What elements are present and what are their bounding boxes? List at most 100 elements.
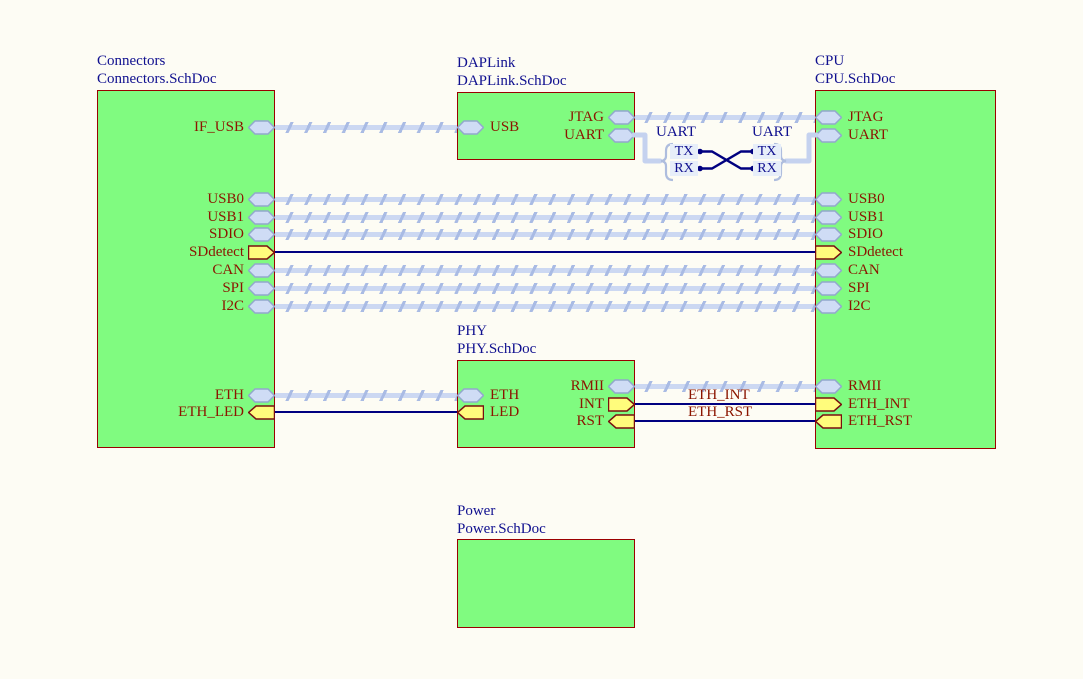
port-cpu-rmii[interactable]: RMII xyxy=(815,379,881,394)
bus-sdio[interactable] xyxy=(275,229,815,240)
port-cpu-i2c[interactable]: I2C xyxy=(815,299,871,314)
sheet-filename[interactable]: DAPLink.SchDoc xyxy=(457,72,567,90)
harness-entry-tx-left[interactable]: TX xyxy=(670,144,698,159)
bus-usb0[interactable] xyxy=(275,194,815,205)
port-cpu-eth-int[interactable]: ETH_INT xyxy=(815,397,910,412)
sheet-power-title[interactable]: Power Power.SchDoc xyxy=(457,502,546,538)
port-out-right-icon xyxy=(608,397,635,412)
sheet-phy-title[interactable]: PHY PHY.SchDoc xyxy=(457,322,536,358)
sheet-name[interactable]: CPU xyxy=(815,52,895,70)
port-label: SPI xyxy=(848,281,870,296)
sheet-filename[interactable]: CPU.SchDoc xyxy=(815,70,895,88)
net-label-eth-int[interactable]: ETH_INT xyxy=(688,388,750,403)
port-label: RMII xyxy=(848,379,881,394)
port-connectors-i2c[interactable]: I2C xyxy=(222,299,276,314)
sheet-filename[interactable]: PHY.SchDoc xyxy=(457,340,536,358)
port-label: IF_USB xyxy=(194,120,244,135)
port-connectors-sdio[interactable]: SDIO xyxy=(209,227,275,242)
port-daplink-uart[interactable]: UART xyxy=(564,128,635,143)
port-label: ETH_LED xyxy=(178,405,244,420)
port-label: INT xyxy=(579,397,604,412)
port-connectors-sddetect[interactable]: SDdetect xyxy=(189,245,275,260)
port-cpu-spi[interactable]: SPI xyxy=(815,281,870,296)
port-label: CAN xyxy=(848,263,880,278)
port-bidir-icon xyxy=(248,281,275,296)
port-phy-eth[interactable]: ETH xyxy=(457,388,519,403)
port-connectors-can[interactable]: CAN xyxy=(212,263,275,278)
port-connectors-usb0[interactable]: USB0 xyxy=(207,192,275,207)
port-cpu-eth-rst[interactable]: ETH_RST xyxy=(815,414,912,429)
sheet-connectors-title[interactable]: Connectors Connectors.SchDoc xyxy=(97,52,217,88)
bus-if-usb[interactable] xyxy=(275,122,458,133)
port-cpu-can[interactable]: CAN xyxy=(815,263,880,278)
port-label: CAN xyxy=(212,263,244,278)
crossover-wire-rx-tx[interactable] xyxy=(700,152,753,169)
sheet-filename[interactable]: Power.SchDoc xyxy=(457,520,546,538)
schematic-canvas: Connectors Connectors.SchDoc DAPLink DAP… xyxy=(0,0,1083,679)
port-label: USB1 xyxy=(848,210,885,225)
port-label: RMII xyxy=(571,379,604,394)
port-bidir-icon xyxy=(815,379,842,394)
harness-entry-rx-left[interactable]: RX xyxy=(670,161,698,176)
port-phy-rst[interactable]: RST xyxy=(576,414,635,429)
wire-eth-led[interactable] xyxy=(275,411,458,413)
harness-label-uart-right[interactable]: UART xyxy=(752,125,792,140)
uart-harness-graphics xyxy=(630,108,822,192)
net-label-eth-rst[interactable]: ETH_RST xyxy=(688,405,752,420)
junction-dot xyxy=(697,166,703,172)
port-connectors-usb1[interactable]: USB1 xyxy=(207,210,275,225)
harness-entry-rx-right[interactable]: RX xyxy=(753,161,781,176)
port-label: SDIO xyxy=(209,227,244,242)
sheet-filename[interactable]: Connectors.SchDoc xyxy=(97,70,217,88)
port-label: I2C xyxy=(848,299,871,314)
sheet-name[interactable]: Power xyxy=(457,502,546,520)
bus-spi[interactable] xyxy=(275,283,815,294)
port-cpu-uart[interactable]: UART xyxy=(815,128,888,143)
port-label: SDIO xyxy=(848,227,883,242)
bus-can[interactable] xyxy=(275,265,815,276)
port-cpu-sddetect[interactable]: SDdetect xyxy=(815,245,903,260)
port-label: ETH xyxy=(490,388,519,403)
port-in-right-icon xyxy=(815,397,842,412)
port-bidir-icon xyxy=(815,263,842,278)
harness-entry-tx-right[interactable]: TX xyxy=(753,144,781,159)
port-label: LED xyxy=(490,405,519,420)
wire-eth-rst[interactable] xyxy=(634,420,815,422)
port-in-right-icon xyxy=(815,245,842,260)
port-daplink-jtag[interactable]: JTAG xyxy=(569,110,635,125)
port-bidir-icon xyxy=(608,379,635,394)
port-bidir-icon xyxy=(815,192,842,207)
port-phy-led[interactable]: LED xyxy=(457,405,519,420)
sheet-name[interactable]: DAPLink xyxy=(457,54,567,72)
port-phy-rmii[interactable]: RMII xyxy=(571,379,635,394)
sheet-name[interactable]: PHY xyxy=(457,322,536,340)
bus-eth[interactable] xyxy=(275,390,458,401)
port-connectors-eth-led[interactable]: ETH_LED xyxy=(178,405,275,420)
port-connectors-if-usb[interactable]: IF_USB xyxy=(194,120,275,135)
port-connectors-spi[interactable]: SPI xyxy=(222,281,275,296)
port-daplink-usb[interactable]: USB xyxy=(457,120,519,135)
sheet-cpu-title[interactable]: CPU CPU.SchDoc xyxy=(815,52,895,88)
port-cpu-jtag[interactable]: JTAG xyxy=(815,110,883,125)
port-phy-int[interactable]: INT xyxy=(579,397,635,412)
port-bidir-icon xyxy=(248,192,275,207)
port-cpu-sdio[interactable]: SDIO xyxy=(815,227,883,242)
port-out-left-icon xyxy=(815,414,842,429)
sheet-daplink-title[interactable]: DAPLink DAPLink.SchDoc xyxy=(457,54,567,90)
sheet-power[interactable] xyxy=(457,539,635,628)
bus-usb1[interactable] xyxy=(275,212,815,223)
port-connectors-eth[interactable]: ETH xyxy=(215,388,275,403)
port-label: RST xyxy=(576,414,604,429)
port-cpu-usb0[interactable]: USB0 xyxy=(815,192,885,207)
bus-i2c[interactable] xyxy=(275,301,815,312)
harness-label-uart-left[interactable]: UART xyxy=(656,125,696,140)
port-label: USB1 xyxy=(207,210,244,225)
wire-sddetect[interactable] xyxy=(275,251,815,253)
port-label: SPI xyxy=(222,281,244,296)
port-bidir-icon xyxy=(248,299,275,314)
sheet-name[interactable]: Connectors xyxy=(97,52,217,70)
port-in-left-icon xyxy=(248,405,275,420)
port-cpu-usb1[interactable]: USB1 xyxy=(815,210,885,225)
port-label: JTAG xyxy=(848,110,883,125)
port-label: ETH_INT xyxy=(848,397,910,412)
